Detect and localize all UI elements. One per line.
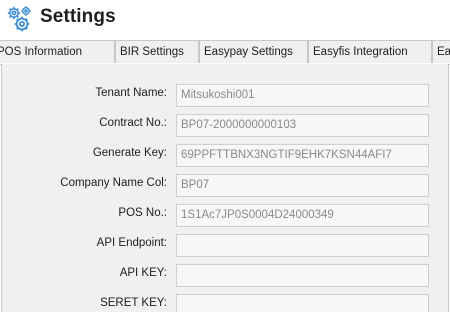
api-endpoint-label: API Endpoint:	[96, 237, 167, 249]
pos-no-field[interactable]: 1S1Ac7JP0S0004D24000349	[176, 204, 429, 227]
generate-key-row: Generate Key: 69PPFTTBNX3NGTIF9EHK7KSN44…	[2, 144, 450, 168]
tab-easyfis-integration[interactable]: Easyfis Integration	[308, 40, 432, 63]
pos-no-label: POS No.:	[118, 207, 167, 219]
settings-window: Settings POS Information BIR Settings Ea…	[0, 0, 450, 312]
page-title: Settings	[40, 6, 116, 27]
gears-icon	[7, 6, 31, 32]
tenant-name-row: Tenant Name: Mitsukoshi001	[2, 84, 450, 108]
pos-no-row: POS No.: 1S1Ac7JP0S0004D24000349	[2, 204, 450, 228]
company-name-col-row: Company Name Col: BP07	[2, 174, 450, 198]
generate-key-label: Generate Key:	[92, 147, 167, 159]
tenant-name-field[interactable]: Mitsukoshi001	[176, 84, 429, 107]
tab-pos-information[interactable]: POS Information	[0, 40, 115, 63]
company-name-col-field[interactable]: BP07	[176, 174, 429, 197]
api-endpoint-field[interactable]	[176, 234, 429, 257]
contract-no-label: Contract No.:	[99, 117, 167, 129]
tab-bir-settings[interactable]: BIR Settings	[115, 40, 199, 63]
seret-key-row: SERET KEY:	[2, 294, 450, 312]
tab-bar: POS Information BIR Settings Easypay Set…	[0, 40, 450, 65]
tab-easypay-settings[interactable]: Easypay Settings	[199, 40, 308, 63]
contract-no-field[interactable]: BP07-2000000000103	[176, 114, 429, 137]
header: Settings	[0, 0, 450, 38]
tenant-name-label: Tenant Name:	[95, 87, 167, 99]
contract-no-row: Contract No.: BP07-2000000000103	[2, 114, 450, 138]
company-name-col-label: Company Name Col:	[60, 177, 167, 189]
api-key-field[interactable]	[176, 264, 429, 287]
api-key-row: API KEY:	[2, 264, 450, 288]
api-endpoint-row: API Endpoint:	[2, 234, 450, 258]
generate-key-field[interactable]: 69PPFTTBNX3NGTIF9EHK7KSN44AFI7	[176, 144, 429, 167]
seret-key-field[interactable]	[176, 294, 429, 312]
tab-ea[interactable]: Ea	[432, 40, 450, 63]
api-key-label: API KEY:	[119, 267, 167, 279]
seret-key-label: SERET KEY:	[100, 297, 167, 309]
form-panel: Tenant Name: Mitsukoshi001 Contract No.:…	[1, 64, 449, 312]
